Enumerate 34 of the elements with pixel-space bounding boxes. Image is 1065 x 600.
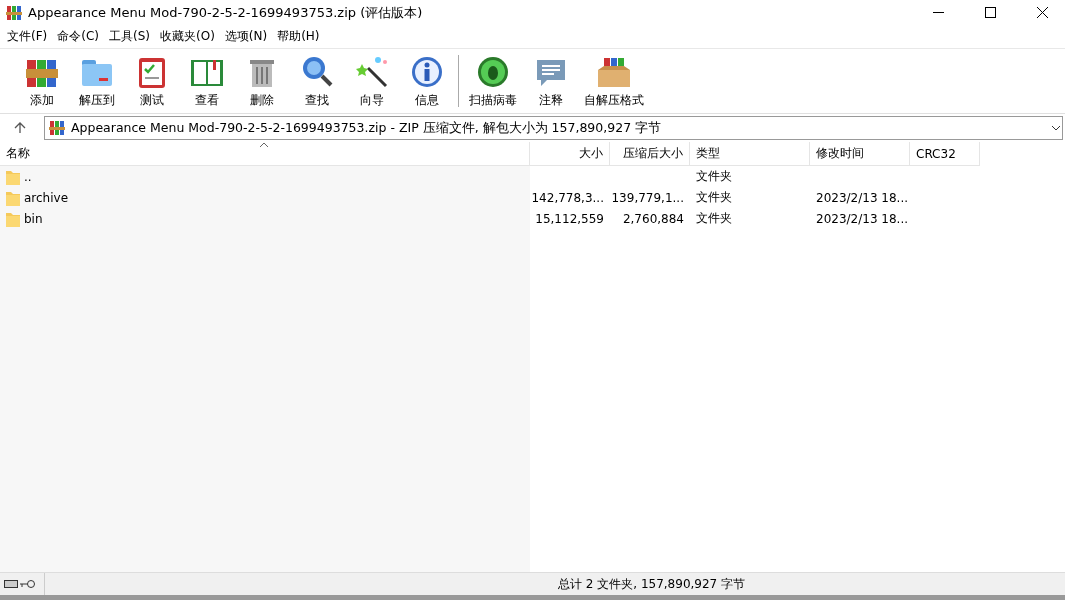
menu-item[interactable]: 选项(N) [219,28,273,45]
toolbar-button[interactable]: 向导 [344,49,399,113]
menu-item[interactable]: 文件(F) [2,28,53,45]
archive-icon [49,120,65,136]
address-field[interactable]: Appearance Menu Mod-790-2-5-2-1699493753.zip - ZIP 压缩文件, 解包大小为 157,890,927 字节 [44,116,1063,140]
folder-icon [6,168,20,185]
drive-icon [4,580,18,588]
file-name[interactable]: .. [24,169,32,184]
close-icon[interactable] [1036,7,1048,18]
key-icon [20,580,36,588]
folder-icon [6,189,20,206]
up-arrow-icon[interactable] [14,122,26,134]
menu-item[interactable]: 工具(S) [104,28,155,45]
file-name[interactable]: archive [24,190,69,205]
toolbar-button[interactable]: 测试 [124,49,179,113]
sort-caret-icon [259,142,269,148]
menu-item[interactable]: 收藏夹(O) [155,28,220,45]
toolbar-button[interactable]: 查看 [179,49,234,113]
app-icon [6,4,22,21]
toolbar-button[interactable]: 自解压格式 [578,49,650,113]
toolbar-button[interactable]: 扫描病毒 [463,49,523,113]
status-text: 总计 2 文件夹, 157,890,927 字节 [558,575,746,593]
window-title: Appearance Menu Mod-790-2-5-2-1699493753.zip (评估版本) [28,3,424,22]
file-name[interactable]: bin [24,211,43,226]
toolbar-button[interactable]: 注释 [523,49,578,113]
toolbar-button[interactable]: 信息 [399,49,454,113]
toolbar-button[interactable]: 删除 [234,49,289,113]
menu-item[interactable]: 帮助(H) [272,28,325,45]
folder-icon [6,210,20,227]
toolbar-button[interactable]: 添加 [14,49,69,113]
maximize-icon[interactable] [984,7,996,18]
toolbar-button[interactable]: 解压到 [69,49,124,113]
menu-item[interactable]: 命令(C) [52,28,104,45]
toolbar-button[interactable]: 查找 [289,49,344,113]
